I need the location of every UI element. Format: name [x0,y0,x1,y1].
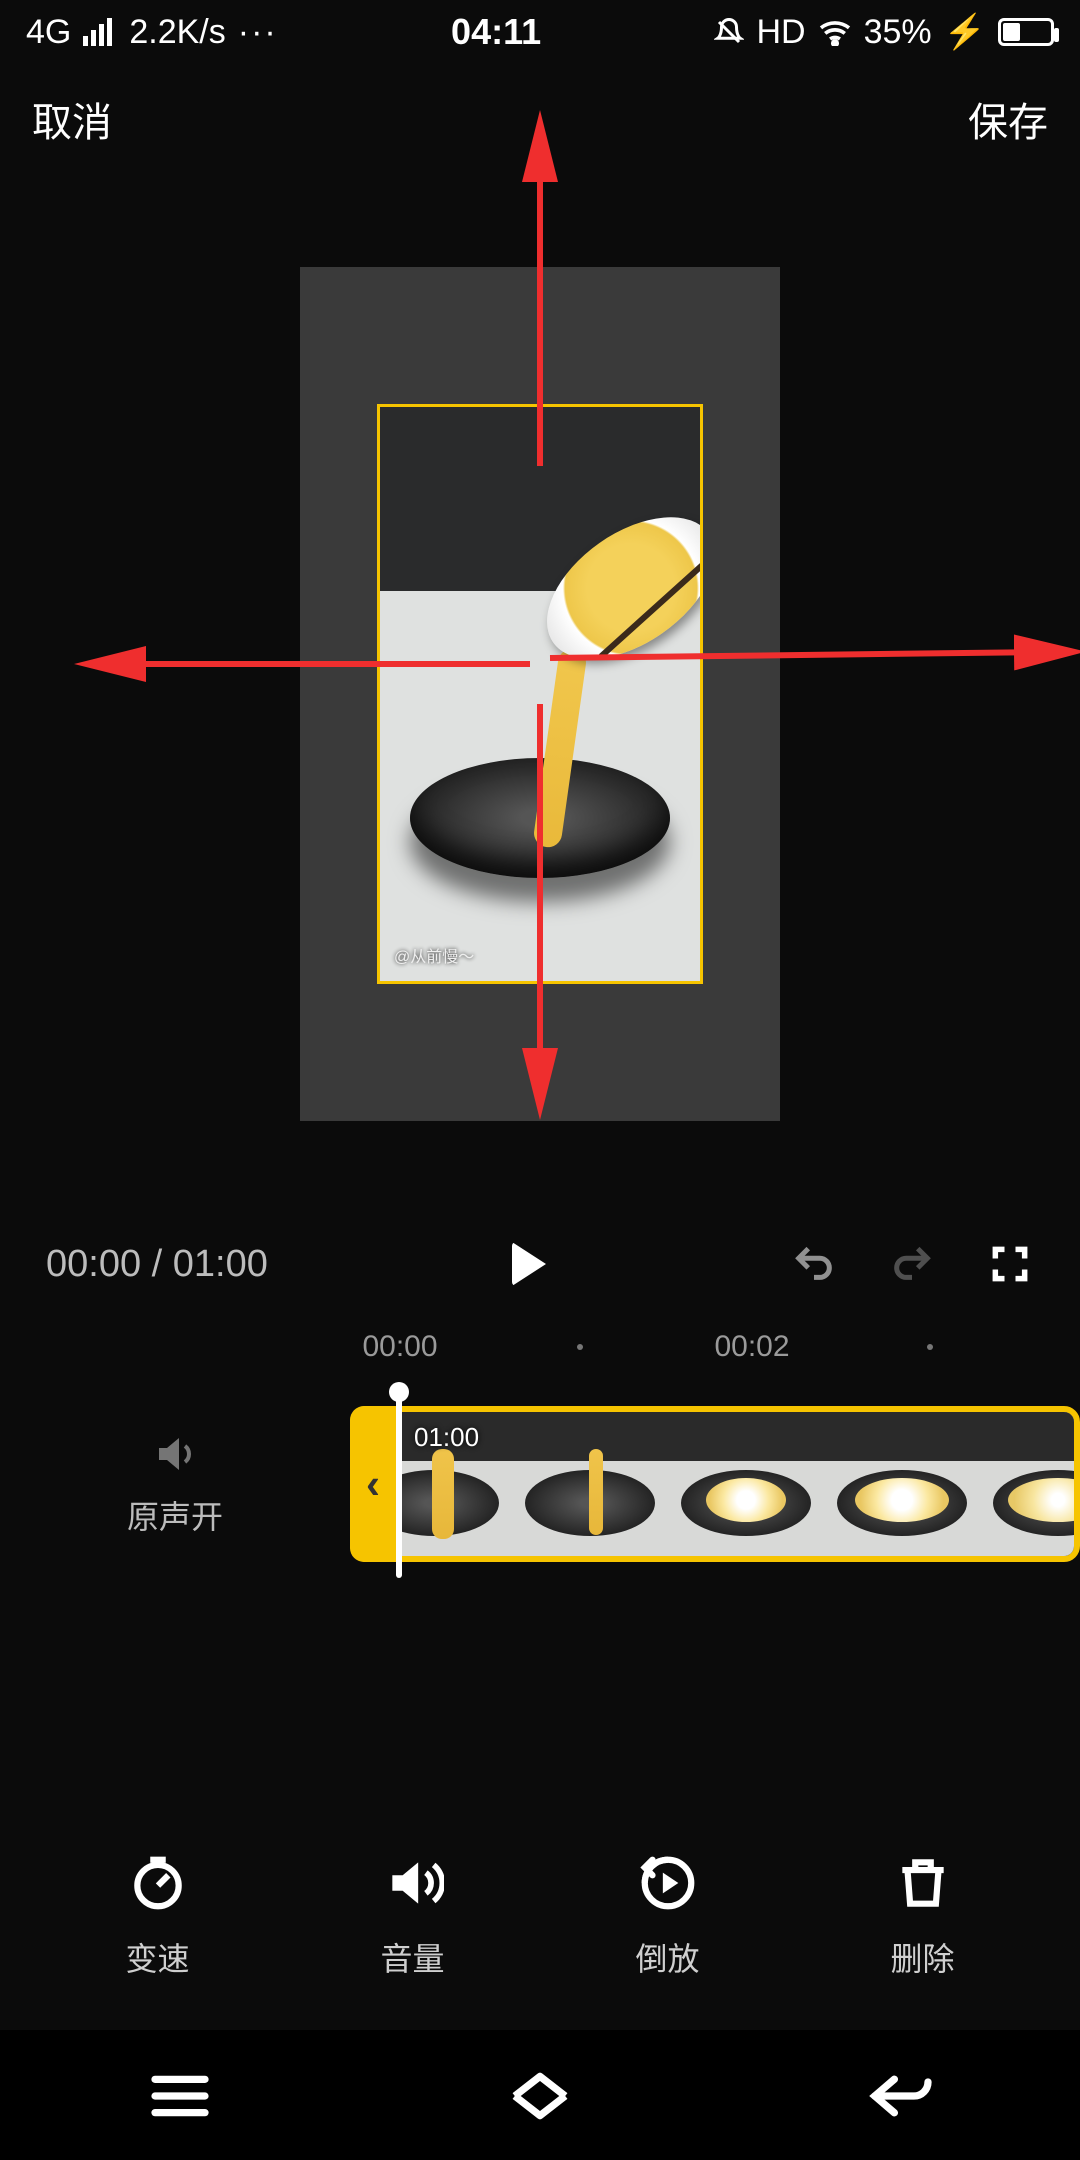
more-dots: ··· [238,13,278,52]
trash-icon [890,1850,956,1916]
canvas-background: @从前慢～ [300,267,780,1121]
clip-thumb [980,1412,1080,1556]
edit-toolbar: 变速 音量 倒放 删除 [0,1820,1080,2030]
ruler-dot [577,1344,583,1350]
fullscreen-button[interactable] [986,1240,1034,1288]
transport-row: 00:00 / 01:00 [0,1214,1080,1314]
video-frame-content: @从前慢～ [380,407,700,981]
clip-strip[interactable]: 01:00 [350,1406,1080,1562]
data-speed: 2.2K/s [129,13,225,52]
tool-delete-label: 删除 [890,1934,954,1980]
timeline-playhead[interactable] [396,1392,402,1578]
nav-back-button[interactable] [850,2061,950,2131]
tool-speed-label: 变速 [125,1934,189,1980]
status-bar: 4G 2.2K/s ··· 04:11 HD 35% ⚡ [0,0,1080,64]
original-sound-label: 原声开 [127,1492,223,1538]
hd-label: HD [756,13,805,52]
tool-reverse[interactable]: 倒放 [635,1850,701,1980]
speaker-icon [151,1430,199,1478]
time-current: 00:00 [46,1243,141,1285]
clip-left-handle[interactable]: ‹ [350,1406,396,1562]
video-watermark: @从前慢～ [394,943,474,967]
signal-icon [83,18,117,46]
tool-volume[interactable]: 音量 [380,1850,446,1980]
battery-icon [998,18,1054,46]
status-clock: 04:11 [451,11,541,53]
clip-duration-label: 01:00 [414,1422,479,1453]
system-navbar [0,2030,1080,2160]
clip-thumb [668,1412,824,1556]
save-button[interactable]: 保存 [968,90,1048,148]
original-sound-toggle[interactable]: 原声开 [0,1430,350,1538]
crop-frame[interactable]: @从前慢～ [377,404,703,984]
play-button[interactable] [512,1242,546,1286]
reverse-icon [635,1850,701,1916]
status-left: 4G 2.2K/s ··· [26,13,278,52]
editor-header: 取消 保存 [0,64,1080,174]
timeline-ruler[interactable]: 00:00 00:02 [0,1314,1080,1384]
ruler-dot [927,1344,933,1350]
redo-button[interactable] [888,1240,936,1288]
volume-icon [380,1850,446,1916]
time-display: 00:00 / 01:00 [46,1243,268,1286]
tool-delete[interactable]: 删除 [890,1850,956,1980]
ruler-tick-0: 00:00 [362,1330,437,1364]
tool-volume-label: 音量 [380,1934,444,1980]
nav-menu-button[interactable] [130,2061,230,2131]
wifi-icon [818,18,852,46]
video-preview[interactable]: @从前慢～ [0,174,1080,1214]
speed-icon [125,1850,191,1916]
bell-off-icon [714,17,744,47]
tool-reverse-label: 倒放 [635,1934,699,1980]
nav-home-button[interactable] [490,2061,590,2131]
time-total: 01:00 [173,1243,268,1285]
cancel-button[interactable]: 取消 [32,90,112,148]
charging-icon: ⚡ [944,12,986,52]
undo-button[interactable] [790,1240,838,1288]
ruler-tick-1: 00:02 [714,1330,789,1364]
battery-percent: 35% [864,13,932,52]
network-label: 4G [26,13,71,52]
tool-speed[interactable]: 变速 [125,1850,191,1980]
clip-thumb [512,1412,668,1556]
timeline[interactable]: 原声开 01:00 ‹ [0,1384,1080,1584]
status-right: HD 35% ⚡ [714,12,1054,52]
clip-thumb [824,1412,980,1556]
